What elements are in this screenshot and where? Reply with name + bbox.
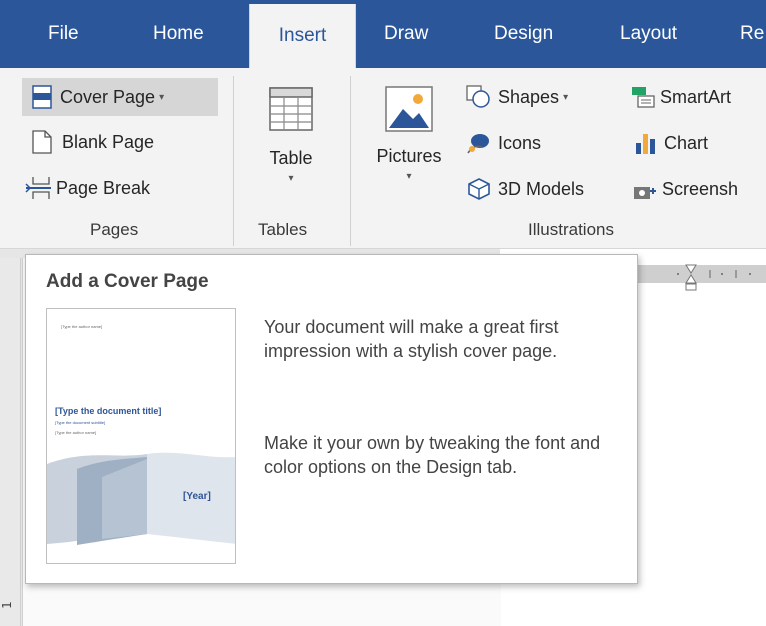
tab-home[interactable]: Home [153,0,204,68]
group-separator [350,76,351,246]
tab-file[interactable]: File [48,0,79,68]
blank-page-label: Blank Page [62,131,155,152]
table-icon [267,86,315,132]
tooltip-paragraph-1: Your document will make a great first im… [264,317,559,361]
ribbon-insert-panel: Cover Page ▾ Blank Page Page Break Pages [0,68,766,249]
shapes-label: Shapes [498,86,560,107]
cover-page-button[interactable]: Cover Page ▾ [22,78,218,116]
cover-page-dropdown-icon: ▾ [159,91,165,103]
cover-page-tooltip: Add a Cover Page [Type the author name] … [25,254,638,584]
screenshot-icon [632,177,658,201]
shapes-button[interactable]: Shapes ▾ [466,80,568,114]
icons-button[interactable]: Icons [466,126,541,160]
tab-references[interactable]: Re [740,0,764,68]
group-label-tables: Tables [258,220,308,239]
table-dropdown-icon: ▾ [288,173,294,184]
chart-label: Chart [664,132,709,153]
ruler-number: 1 [0,601,14,609]
smartart-button[interactable]: SmartArt [630,80,731,114]
table-button[interactable]: Table ▾ [246,78,336,208]
horizontal-ruler [638,260,766,300]
tab-design[interactable]: Design [494,0,553,68]
page-break-button[interactable]: Page Break [24,171,150,205]
tab-insert[interactable]: Insert [249,4,356,68]
page-break-label: Page Break [56,177,151,198]
icons-label: Icons [498,132,542,153]
thumbnail-art-graphic [47,452,235,545]
tooltip-paragraph-2: Make it your own by tweaking the font an… [264,433,601,477]
blank-page-icon [32,130,52,154]
pictures-label: Pictures [376,146,442,166]
chart-icon [634,131,658,155]
tooltip-title: Add a Cover Page [46,271,209,292]
tab-draw[interactable]: Draw [384,0,428,68]
group-label-pages: Pages [90,220,139,239]
cover-page-label: Cover Page [60,86,156,107]
shapes-icon [466,85,492,109]
tab-layout[interactable]: Layout [620,0,677,68]
icons-icon [466,131,492,155]
pictures-button[interactable]: Pictures ▾ [362,78,456,208]
shapes-dropdown-icon: ▾ [563,91,569,103]
smartart-icon [630,85,656,109]
ribbon-tab-bar: File Home Insert Draw Design Layout Re [0,0,766,68]
vertical-ruler: 1 [0,258,21,626]
group-separator [233,76,234,246]
chart-button[interactable]: Chart [634,126,708,160]
cover-page-icon [32,85,52,109]
3d-models-button[interactable]: 3D Models [466,172,584,206]
screenshot-label: Screensh [662,178,739,199]
pictures-icon [383,84,435,134]
page-break-icon [24,176,52,200]
thumbnail-year: [Year] [183,491,211,502]
group-label-illustrations: Illustrations [528,220,614,239]
screenshot-button[interactable]: Screensh [632,172,738,206]
3d-models-icon [466,177,492,201]
blank-page-button[interactable]: Blank Page [32,125,154,159]
cover-page-thumbnail: [Type the author name] [Type the documen… [46,308,236,564]
table-label: Table [269,148,313,168]
pictures-dropdown-icon: ▾ [406,171,412,182]
3d-models-label: 3D Models [498,178,585,199]
indent-marker-icon [638,264,766,291]
smartart-label: SmartArt [660,86,732,107]
